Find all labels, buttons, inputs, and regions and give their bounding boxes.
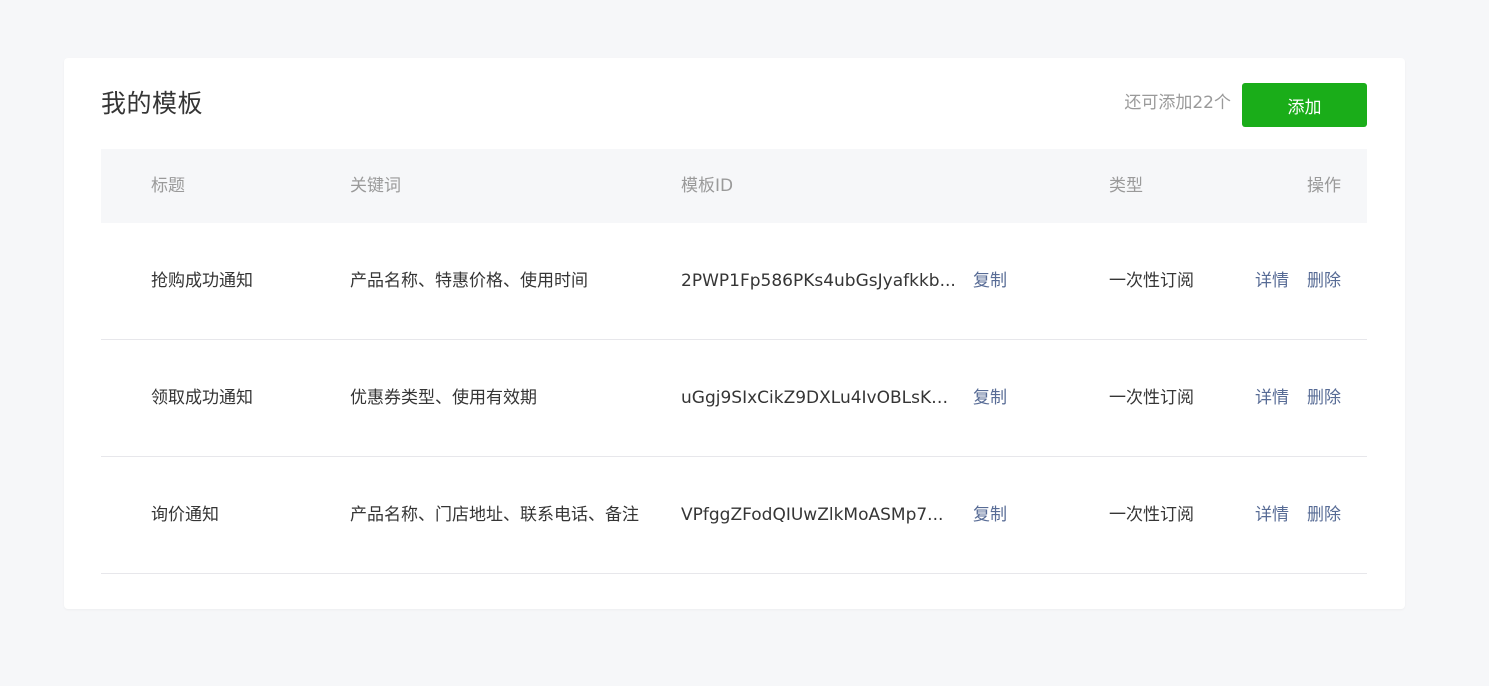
row-keywords: 优惠券类型、使用有效期 <box>350 388 537 408</box>
column-header-keywords: 关键词 <box>350 176 401 196</box>
delete-link[interactable]: 删除 <box>1307 340 1341 456</box>
add-button[interactable]: 添加 <box>1242 83 1367 127</box>
table-header: 标题 关键词 模板ID 类型 操作 <box>101 149 1367 223</box>
copy-link[interactable]: 复制 <box>973 457 1007 573</box>
detail-link[interactable]: 详情 <box>1255 340 1289 456</box>
row-type: 一次性订阅 <box>1109 388 1194 408</box>
table-row: 领取成功通知 优惠券类型、使用有效期 uGgj9SIxCikZ9DXLu4IvO… <box>101 340 1367 457</box>
page-title: 我的模板 <box>101 89 204 118</box>
column-header-title: 标题 <box>151 176 185 196</box>
row-template-id: uGgj9SIxCikZ9DXLu4IvOBLsKw... <box>681 388 956 408</box>
template-table: 标题 关键词 模板ID 类型 操作 抢购成功通知 产品名称、特惠价格、使用时间 … <box>101 149 1367 574</box>
row-title: 询价通知 <box>151 505 219 525</box>
copy-link[interactable]: 复制 <box>973 223 1007 339</box>
delete-link[interactable]: 删除 <box>1307 223 1341 339</box>
row-title: 抢购成功通知 <box>151 271 253 291</box>
row-template-id: 2PWP1Fp586PKs4ubGsJyafkkb... <box>681 271 956 291</box>
row-title: 领取成功通知 <box>151 388 253 408</box>
row-keywords: 产品名称、门店地址、联系电话、备注 <box>350 505 639 525</box>
delete-link[interactable]: 删除 <box>1307 457 1341 573</box>
row-template-id: VPfggZFodQIUwZlkMoASMp7... <box>681 505 944 525</box>
detail-link[interactable]: 详情 <box>1255 457 1289 573</box>
copy-link[interactable]: 复制 <box>973 340 1007 456</box>
row-keywords: 产品名称、特惠价格、使用时间 <box>350 271 588 291</box>
remaining-count: 还可添加22个 <box>1124 93 1231 113</box>
column-header-template-id: 模板ID <box>681 176 734 196</box>
template-card: 我的模板 还可添加22个 添加 标题 关键词 模板ID 类型 操作 抢购成功通知… <box>64 58 1405 609</box>
table-row: 抢购成功通知 产品名称、特惠价格、使用时间 2PWP1Fp586PKs4ubGs… <box>101 223 1367 340</box>
table-row: 询价通知 产品名称、门店地址、联系电话、备注 VPfggZFodQIUwZlkM… <box>101 457 1367 574</box>
row-type: 一次性订阅 <box>1109 505 1194 525</box>
detail-link[interactable]: 详情 <box>1255 223 1289 339</box>
column-header-type: 类型 <box>1109 176 1143 196</box>
column-header-actions: 操作 <box>1307 176 1341 196</box>
row-type: 一次性订阅 <box>1109 271 1194 291</box>
